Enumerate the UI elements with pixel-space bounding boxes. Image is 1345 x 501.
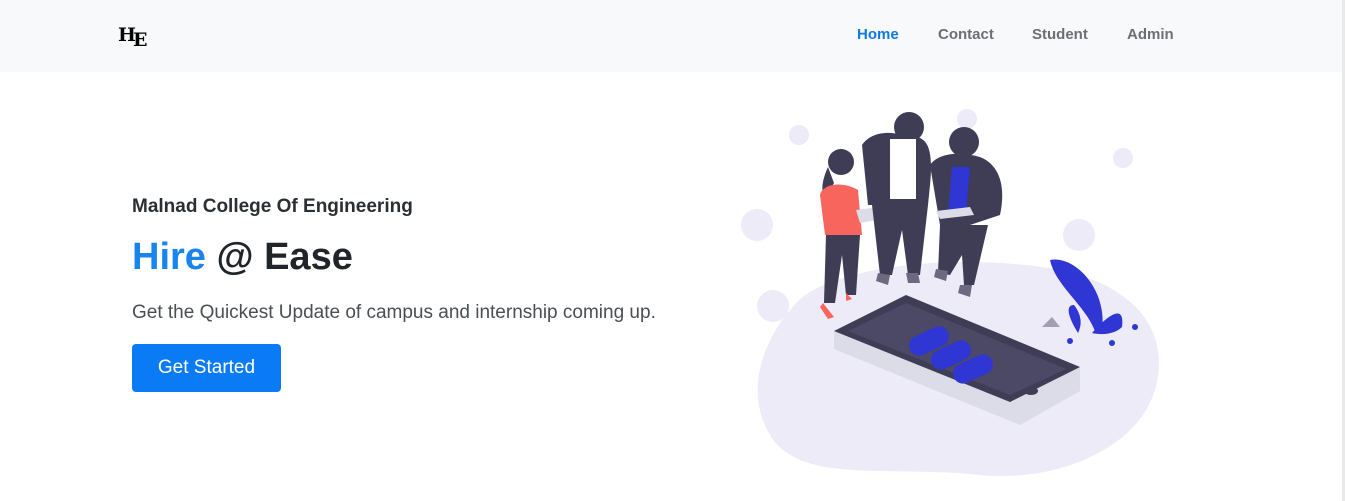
hero-subtitle: Malnad College Of Engineering [132, 196, 413, 217]
person-man-center-graphic [862, 112, 932, 285]
nav-link-contact[interactable]: Contact [938, 26, 994, 43]
deco-circle [1113, 148, 1133, 168]
deco-circle [757, 290, 789, 322]
nav-link-admin[interactable]: Admin [1127, 26, 1174, 43]
deco-circle [789, 125, 809, 145]
headline-accent-word: Hire [132, 236, 206, 278]
nav-link-home[interactable]: Home [857, 26, 899, 43]
deco-circle [741, 209, 773, 241]
headline-rest: @ Ease [205, 236, 353, 278]
team-with-smartphone-illustration [741, 109, 1159, 477]
deco-circle [1063, 219, 1095, 251]
hero-headline: Hire @ Ease [132, 236, 353, 279]
hero-lead-text: Get the Quickest Update of campus and in… [132, 302, 656, 323]
nav-link-student[interactable]: Student [1032, 26, 1088, 43]
deco-circle [957, 109, 977, 129]
navbar: HE Home Contact Student Admin [0, 0, 1345, 72]
nav-links: Home Contact Student Admin [0, 26, 1345, 48]
get-started-button[interactable]: Get Started [132, 344, 281, 392]
